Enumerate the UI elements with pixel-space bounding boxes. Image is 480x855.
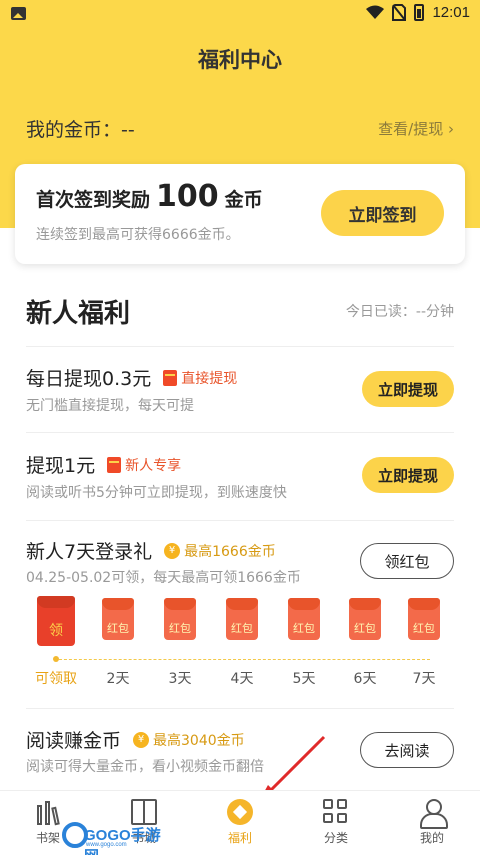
task-subtitle: 阅读或听书5分钟可立即提现，到账速度快	[26, 485, 287, 501]
nav-label: 我的	[419, 831, 444, 845]
section-title: 新人福利	[26, 299, 131, 329]
nav-profile[interactable]: 我的	[402, 799, 462, 846]
withdraw-now-button[interactable]: 立即提现	[362, 457, 454, 493]
signin-subtitle: 连续签到最高可获得6666金币。	[36, 227, 240, 243]
task-title-text: 提现1元	[26, 455, 96, 477]
progress-dot	[53, 656, 59, 662]
no-sim-icon	[392, 4, 407, 21]
day-label: 7天	[412, 671, 436, 687]
task-tag-text: 最高3040金币	[153, 732, 245, 749]
task-tag: ¥ 最高3040金币	[133, 730, 245, 750]
claim-red-packet-button[interactable]: 领红包	[360, 543, 454, 579]
coin-icon: ¥	[133, 731, 150, 748]
task-title-text: 阅读赚金币	[26, 730, 122, 752]
divider	[26, 708, 454, 709]
go-read-button[interactable]: 去阅读	[360, 732, 454, 768]
red-envelope-icon: 领	[37, 596, 75, 646]
watermark-url: www.gogo.com	[86, 842, 127, 848]
task-title-daily-withdraw: 每日提现0.3元 直接提现	[26, 364, 237, 391]
day-envelope-2: 红包	[93, 598, 143, 640]
red-envelope-icon: 红包	[408, 598, 440, 640]
signin-title-suffix: 金币	[224, 189, 263, 211]
red-envelope-icon	[163, 369, 178, 386]
my-coins-label: 我的金币：--	[26, 119, 135, 141]
wifi-icon	[366, 5, 385, 19]
grid-icon	[323, 799, 349, 825]
battery-icon	[414, 4, 425, 21]
day-envelope-6: 红包	[340, 598, 390, 640]
view-withdraw-link[interactable]: 查看/提现 ›	[378, 118, 454, 139]
page-title: 福利中心	[198, 48, 282, 72]
task-tag-text: 新人专享	[125, 457, 182, 474]
day-envelope-3: 红包	[155, 598, 205, 640]
day-envelope-5: 红包	[279, 598, 329, 640]
progress-track	[54, 659, 430, 660]
day-label: 2天	[106, 671, 130, 687]
red-envelope-icon	[107, 456, 122, 473]
task-title-text: 每日提现0.3元	[26, 368, 152, 390]
task-title-text: 新人7天登录礼	[26, 541, 153, 563]
day-label: 6天	[353, 671, 377, 687]
task-subtitle: 无门槛直接提现，每天可提	[26, 398, 194, 414]
login-days-track: 领 红包 红包 红包 红包 红包 红包 可领取 2天 3天 4天 5天 6天 7…	[26, 596, 454, 692]
signin-card: 首次签到奖励 100 金币 连续签到最高可获得6666金币。 立即签到	[15, 164, 465, 264]
red-envelope-icon: 红包	[349, 598, 381, 640]
day-label: 5天	[292, 671, 316, 687]
day-envelope-1[interactable]: 领	[31, 596, 81, 646]
nav-category[interactable]: 分类	[306, 799, 366, 846]
watermark-text: GOGO手游网	[84, 827, 161, 855]
day-label: 4天	[230, 671, 254, 687]
coin-icon: ¥	[164, 542, 181, 559]
red-envelope-icon: 红包	[164, 598, 196, 640]
nav-welfare[interactable]: 福利	[210, 799, 270, 846]
task-title-login-gift: 新人7天登录礼 ¥ 最高1666金币	[26, 537, 276, 564]
watermark-logo: GOGO手游网 www.gogo.com	[62, 820, 172, 855]
task-tag: ¥ 最高1666金币	[164, 541, 276, 561]
task-tag-text: 最高1666金币	[184, 543, 276, 560]
day-label: 可领取	[35, 671, 77, 687]
signin-amount: 100	[156, 179, 219, 214]
red-envelope-icon: 红包	[288, 598, 320, 640]
divider	[26, 520, 454, 521]
task-subtitle: 阅读可得大量金币，看小视频金币翻倍	[26, 759, 264, 775]
task-tag-text: 直接提现	[181, 370, 238, 387]
red-envelope-icon: 红包	[226, 598, 258, 640]
user-icon	[419, 799, 448, 829]
signin-title: 首次签到奖励 100 金币	[36, 179, 263, 214]
divider	[26, 346, 454, 347]
day-envelope-4: 红包	[217, 598, 267, 640]
status-time: 12:01	[432, 4, 470, 21]
divider	[26, 432, 454, 433]
nav-label: 福利	[227, 831, 252, 845]
withdraw-now-button[interactable]: 立即提现	[362, 371, 454, 407]
task-tag: 新人专享	[107, 455, 181, 475]
today-read-label: 今日已读：--分钟	[345, 304, 454, 320]
day-label: 3天	[168, 671, 192, 687]
status-bar: 12:01	[0, 0, 480, 28]
signin-title-prefix: 首次签到奖励	[36, 189, 151, 211]
task-title-read-earn: 阅读赚金币 ¥ 最高3040金币	[26, 726, 245, 753]
signin-button[interactable]: 立即签到	[321, 190, 444, 236]
gallery-notification-icon	[11, 7, 26, 20]
bookshelf-icon	[35, 799, 61, 826]
task-subtitle: 04.25-05.02可领，每天最高可领1666金币	[26, 570, 301, 586]
task-title-withdraw-1: 提现1元 新人专享	[26, 451, 181, 478]
red-envelope-icon: 红包	[102, 598, 134, 640]
day-envelope-7: 红包	[399, 598, 449, 640]
nav-label: 分类	[323, 831, 348, 845]
welfare-icon	[227, 799, 253, 825]
task-tag: 直接提现	[163, 368, 237, 388]
